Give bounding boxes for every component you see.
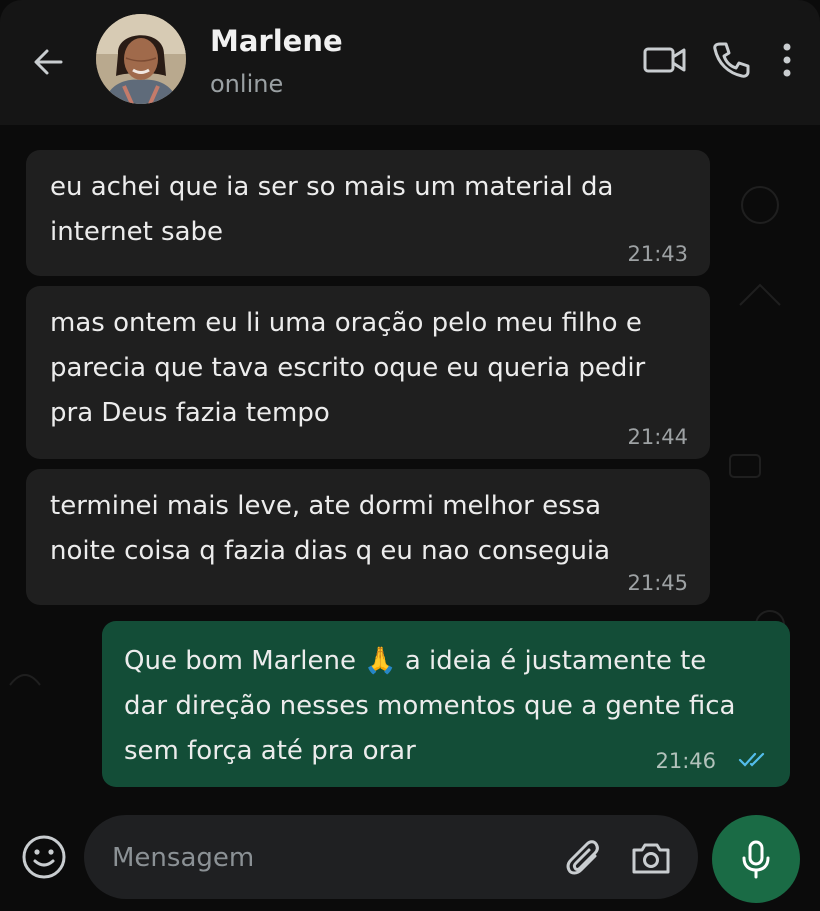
arrow-left-icon[interactable] — [26, 40, 70, 84]
message-composer — [0, 801, 820, 911]
message-text: eu achei que ia ser so mais um material … — [50, 172, 614, 247]
more-vertical-icon[interactable] — [772, 38, 802, 82]
paperclip-icon[interactable] — [560, 835, 606, 881]
camera-icon[interactable] — [628, 835, 674, 881]
message-input-container — [84, 815, 698, 899]
read-receipt-icon — [738, 752, 765, 767]
emoji-icon[interactable] — [20, 833, 68, 881]
message-bubble-incoming[interactable]: terminei mais leve, ate dormi melhor ess… — [26, 469, 710, 605]
video-call-icon[interactable] — [640, 38, 690, 82]
message-bubble-outgoing[interactable]: Que bom Marlene 🙏 a ideia é justamente t… — [102, 621, 790, 787]
message-text: mas ontem eu li uma oração pelo meu filh… — [50, 308, 646, 428]
chat-screen: Marlene online eu achei que ia ser so ma… — [0, 0, 820, 911]
contact-status: online — [210, 70, 284, 98]
microphone-icon — [742, 840, 770, 879]
avatar[interactable] — [96, 14, 186, 104]
microphone-button[interactable] — [712, 815, 800, 903]
chat-header: Marlene online — [0, 0, 820, 125]
message-time: 21:43 — [627, 242, 688, 266]
message-bubble-incoming[interactable]: eu achei que ia ser so mais um material … — [26, 150, 710, 276]
message-list: eu achei que ia ser so mais um material … — [0, 125, 820, 801]
message-time: 21:44 — [627, 425, 688, 449]
phone-icon[interactable] — [708, 38, 754, 82]
message-input[interactable] — [110, 829, 534, 887]
message-time: 21:46 — [655, 749, 716, 773]
contact-name[interactable]: Marlene — [210, 24, 343, 58]
message-text: terminei mais leve, ate dormi melhor ess… — [50, 491, 611, 566]
message-time: 21:45 — [627, 571, 688, 595]
message-bubble-incoming[interactable]: mas ontem eu li uma oração pelo meu filh… — [26, 286, 710, 459]
